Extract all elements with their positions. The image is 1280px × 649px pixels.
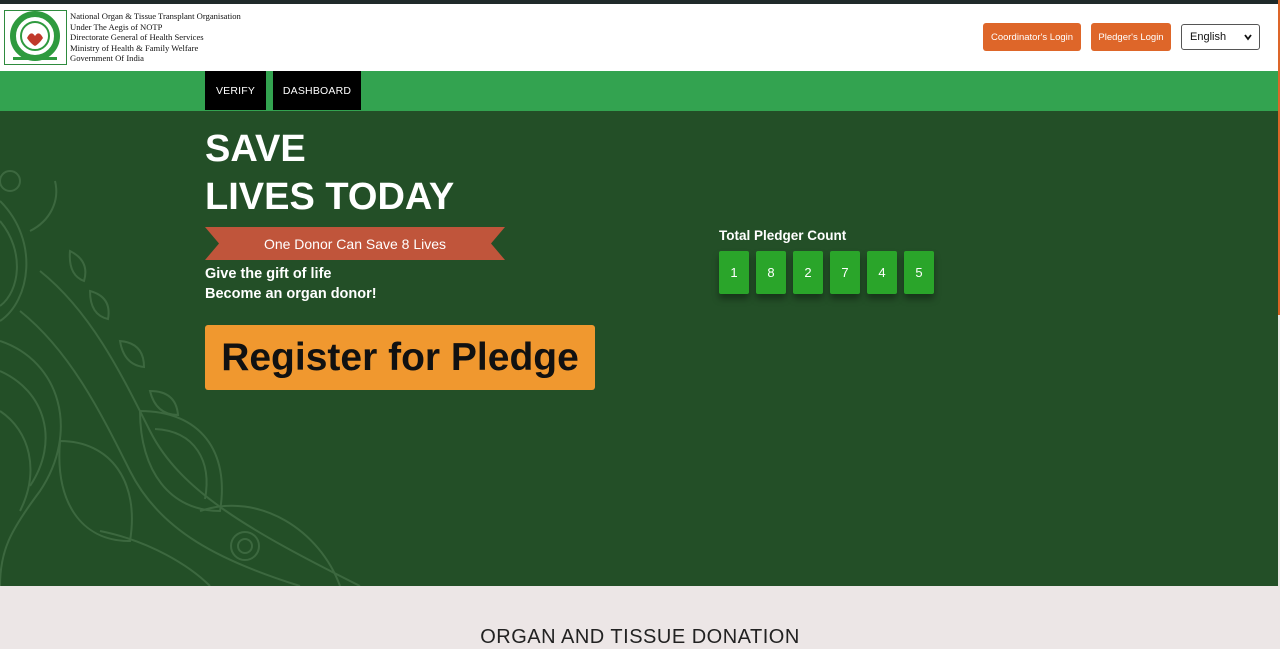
headline-line-1: SAVE (205, 128, 306, 170)
tagline-line-2: Become an organ donor! (205, 286, 377, 302)
nav-item-verify[interactable]: VERIFY (205, 71, 266, 110)
org-line: Government Of India (70, 53, 144, 64)
ribbon-text: One Donor Can Save 8 Lives (263, 235, 447, 252)
org-line: Under The Aegis of NOTP (70, 21, 163, 32)
count-digit: 5 (904, 251, 934, 294)
headline-line-2: LIVES TODAY (205, 176, 455, 218)
count-digit: 4 (867, 251, 897, 294)
organisation-name: National Organ & Tissue Transplant Organ… (70, 11, 241, 64)
site-header: National Organ & Tissue Transplant Organ… (0, 4, 1280, 71)
org-line: National Organ & Tissue Transplant Organ… (70, 11, 241, 21)
main-nav: VERIFY DASHBOARD (0, 71, 1278, 111)
org-line: Ministry of Health & Family Welfare (70, 42, 199, 53)
count-digit: 1 (719, 251, 749, 294)
coordinator-login-button[interactable]: Coordinator's Login (983, 23, 1081, 51)
section-title: ORGAN AND TISSUE DONATION (480, 626, 800, 648)
chevron-down-icon (1244, 34, 1252, 41)
count-digit: 8 (756, 251, 786, 294)
count-digit: 2 (793, 251, 823, 294)
language-select-value: English (1190, 31, 1227, 43)
pledger-login-button[interactable]: Pledger's Login (1091, 23, 1171, 51)
pledger-count-label: Total Pledger Count (719, 228, 847, 243)
pledger-count-digits: 1 8 2 7 4 5 (719, 251, 934, 294)
register-for-pledge-button[interactable]: Register for Pledge (205, 325, 595, 390)
notto-logo-icon[interactable] (4, 10, 67, 65)
language-select[interactable]: English (1181, 24, 1260, 50)
hero-banner: SAVE LIVES TODAY One Donor Can Save 8 Li… (0, 111, 1278, 586)
tagline-line-1: Give the gift of life (205, 266, 332, 282)
org-line: Directorate General of Health Services (70, 32, 204, 43)
nav-item-dashboard[interactable]: DASHBOARD (273, 71, 361, 110)
count-digit: 7 (830, 251, 860, 294)
